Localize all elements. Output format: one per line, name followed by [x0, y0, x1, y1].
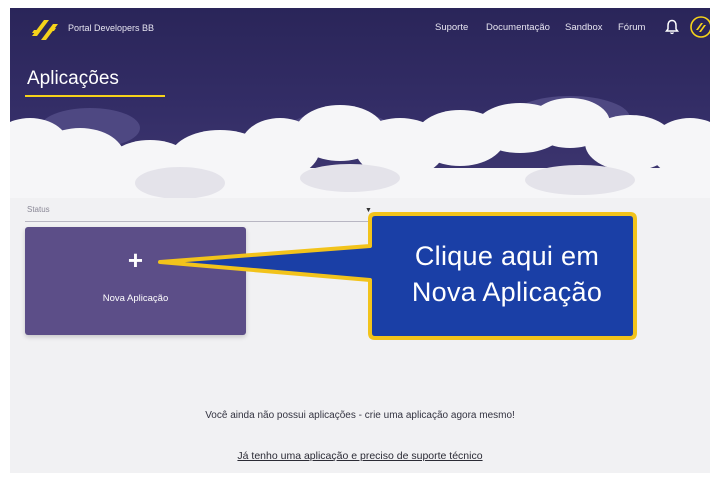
support-link[interactable]: Já tenho uma aplicação e preciso de supo… [10, 450, 710, 462]
callout-text: Clique aqui em Nova Aplicação [372, 238, 642, 310]
callout-line-1: Clique aqui em [414, 241, 600, 271]
empty-state-message: Você ainda não possui aplicações - crie … [205, 410, 515, 421]
app-window: Portal Developers BB Suporte Documentaçã… [10, 8, 710, 473]
callout-line-2: Nova Aplicação [411, 277, 603, 307]
